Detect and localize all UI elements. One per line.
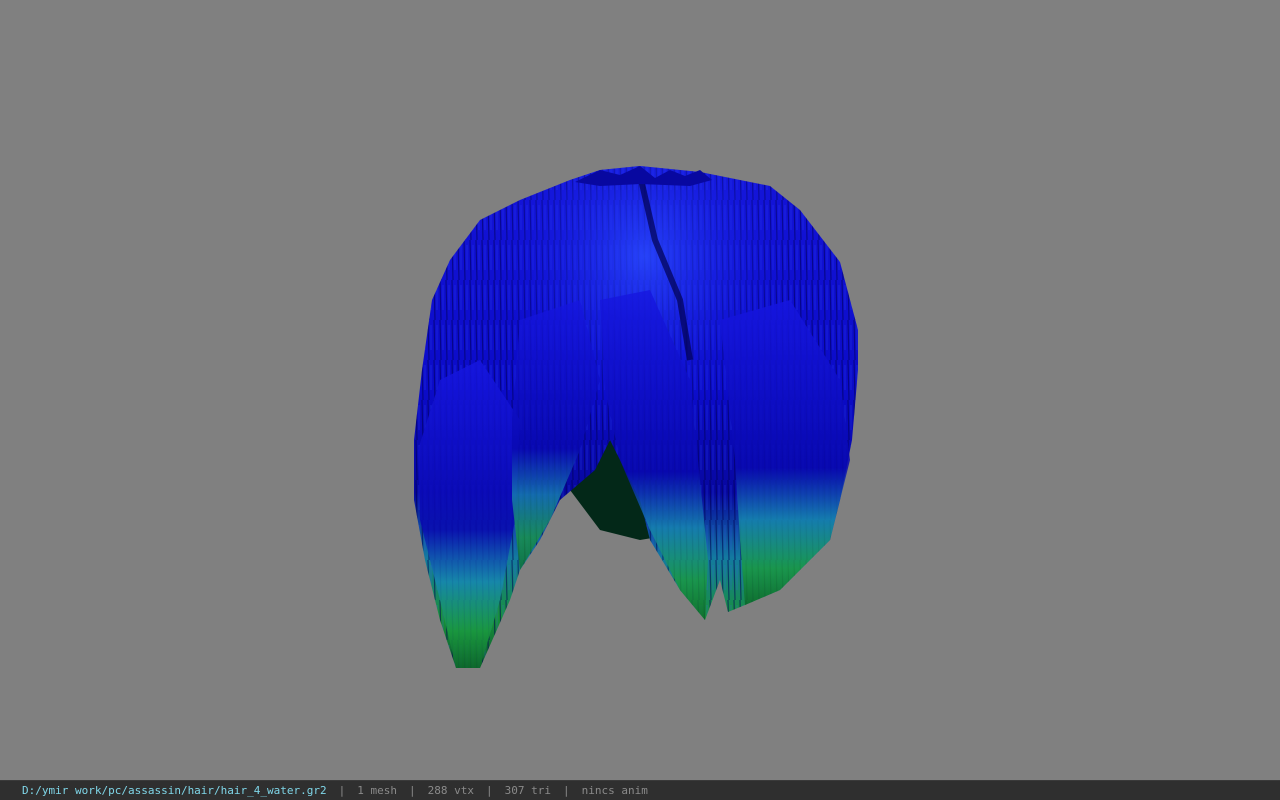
- mesh-count-label: 1 mesh: [357, 784, 398, 797]
- hair-model-render[interactable]: [0, 0, 1280, 780]
- hair-strand-left: [418, 360, 520, 668]
- hair-crown-tips: [575, 166, 712, 186]
- status-separator: |: [338, 784, 346, 797]
- status-separator: |: [486, 784, 493, 797]
- vertex-count-label: 288 vtx: [427, 784, 474, 797]
- animation-status-label: nincs anim: [581, 784, 648, 797]
- triangle-count-label: 307 tri: [504, 784, 551, 797]
- status-separator: |: [409, 784, 416, 797]
- file-path-label: D:/ymir work/pc/assassin/hair/hair_4_wat…: [22, 784, 327, 797]
- status-separator: |: [562, 784, 570, 797]
- status-bar: D:/ymir work/pc/assassin/hair/hair_4_wat…: [0, 780, 1280, 800]
- 3d-viewport[interactable]: [0, 0, 1280, 780]
